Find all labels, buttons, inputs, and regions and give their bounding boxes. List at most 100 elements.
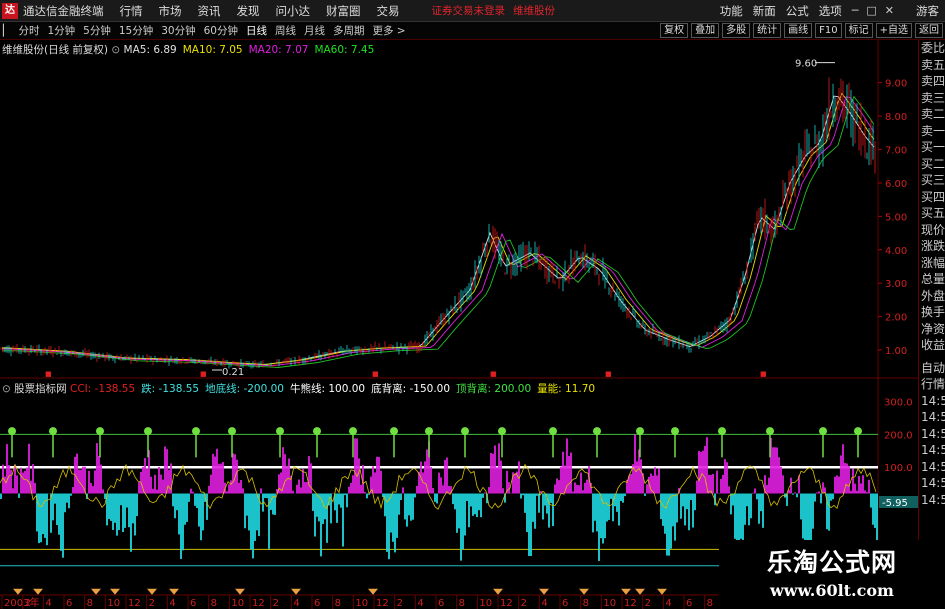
fuquan-button[interactable]: 复权 xyxy=(660,23,689,38)
date-tick-label: 8 xyxy=(87,598,93,609)
price-tick-label: 9.00 xyxy=(885,79,907,90)
panel-row-label[interactable]: 买四 xyxy=(919,189,945,206)
minimize-icon[interactable]: ─ xyxy=(852,4,859,17)
date-tick-label: 6 xyxy=(66,598,72,609)
tab-monthly[interactable]: 月线 xyxy=(300,23,329,38)
multi-stock-button[interactable]: 多股 xyxy=(722,23,751,38)
panel-row-label[interactable]: 委比 xyxy=(919,40,945,57)
panel-trade-row: 自动 xyxy=(921,360,945,375)
menu-item-trade[interactable]: 交易 xyxy=(377,3,400,19)
date-tick-label: 8 xyxy=(459,598,465,609)
menu-options[interactable]: 选项 xyxy=(819,3,842,19)
menu-new-page[interactable]: 新面 xyxy=(753,3,776,19)
panel-row-label[interactable]: 卖二 xyxy=(919,106,945,123)
menu-item-discover[interactable]: 发现 xyxy=(237,3,260,19)
watermark-title: 乐淘公式网 xyxy=(766,548,897,577)
menu-function[interactable]: 功能 xyxy=(720,3,743,19)
panel-row-label[interactable]: 买二 xyxy=(919,156,945,173)
panel-row-label[interactable]: 买五 xyxy=(919,205,945,222)
panel-row-label[interactable]: 买一 xyxy=(919,139,945,156)
date-tick-label: 6 xyxy=(686,598,692,609)
tab-weekly[interactable]: 周线 xyxy=(271,23,300,38)
menu-formula[interactable]: 公式 xyxy=(786,3,809,19)
overlay-button[interactable]: 叠加 xyxy=(691,23,720,38)
date-tick-label: 8 xyxy=(707,598,713,609)
event-marker: ■ xyxy=(45,370,52,378)
bottom-divergence-marker xyxy=(493,588,503,595)
panel-row-label[interactable]: 卖五 xyxy=(919,57,945,74)
menu-item-hq[interactable]: 行情 xyxy=(120,3,143,19)
panel-trade-row: 14:50 xyxy=(921,426,945,441)
tab-60min[interactable]: 60分钟 xyxy=(200,23,242,38)
date-tick-label: 12 xyxy=(376,598,389,609)
event-marker: ■ xyxy=(372,370,379,378)
date-tick-label: 10 xyxy=(107,598,120,609)
panel-row-label[interactable]: 涨幅 xyxy=(919,255,945,272)
date-tick-label: 6 xyxy=(562,598,568,609)
stats-button[interactable]: 统计 xyxy=(753,23,782,38)
panel-trade-row: 14:50 xyxy=(921,443,945,457)
bottom-divergence-marker xyxy=(539,588,549,595)
tab-daily[interactable]: 日线 xyxy=(242,23,271,38)
login-warning[interactable]: 证券交易未登录 xyxy=(432,3,506,18)
price-tick-label: 7.00 xyxy=(885,146,907,157)
collapse-left-icon[interactable]: ▏ xyxy=(0,24,14,37)
guest-label[interactable]: 游客 xyxy=(916,3,939,19)
panel-trade-row: 14:50 xyxy=(921,393,945,408)
indicator-value-label: 牛熊线: 100.00 xyxy=(289,383,366,395)
date-tick-label: 6 xyxy=(438,598,444,609)
menu-item-news[interactable]: 资讯 xyxy=(198,3,221,19)
event-marker: ■ xyxy=(490,370,497,378)
ma-line xyxy=(1,95,875,366)
tab-multi-period[interactable]: 多周期 xyxy=(329,23,369,38)
date-tick-label: 10 xyxy=(355,598,368,609)
menu-item-ask[interactable]: 问小达 xyxy=(276,3,311,19)
date-tick-label: 10 xyxy=(603,598,616,609)
price-tick-label: 5.00 xyxy=(885,212,907,223)
menu-item-wealth[interactable]: 财富圈 xyxy=(326,3,361,19)
indicator-value-label: 顶背离: 200.00 xyxy=(456,383,532,395)
bottom-divergence-marker xyxy=(621,588,631,595)
tab-timeshare[interactable]: 分时 xyxy=(14,23,43,38)
panel-row-label[interactable]: 收益 xyxy=(919,337,945,354)
app-logo-icon: 达 xyxy=(2,2,18,19)
panel-row-label[interactable]: 买三 xyxy=(919,172,945,189)
tab-more[interactable]: 更多 > xyxy=(368,23,409,38)
add-watchlist-button[interactable]: +自选 xyxy=(875,23,912,38)
tab-5min[interactable]: 5分钟 xyxy=(79,23,115,38)
panel-row-label[interactable]: 换手 xyxy=(919,304,945,321)
date-tick-label: 4 xyxy=(665,598,671,609)
back-button[interactable]: 返回 xyxy=(915,23,943,38)
panel-row-label[interactable]: 卖三 xyxy=(919,90,945,107)
maximize-icon[interactable]: □ xyxy=(866,4,876,17)
menu-item-market[interactable]: 市场 xyxy=(159,3,182,19)
panel-row-label[interactable]: 外盘 xyxy=(919,288,945,305)
date-tick-label: 12 xyxy=(128,598,141,609)
f10-button[interactable]: F10 xyxy=(815,23,842,38)
tab-15min[interactable]: 15分钟 xyxy=(115,23,157,38)
bottom-divergence-marker xyxy=(13,588,23,595)
ma-line xyxy=(2,95,875,368)
panel-row-label[interactable]: 涨跌 xyxy=(919,238,945,255)
mark-button[interactable]: 标记 xyxy=(844,23,873,38)
panel-row-label[interactable]: 卖一 xyxy=(919,123,945,140)
panel-row-label[interactable]: 总量 xyxy=(919,271,945,288)
close-icon[interactable]: ✕ xyxy=(885,4,894,17)
tab-30min[interactable]: 30分钟 xyxy=(157,23,199,38)
panel-row-label[interactable]: 净资 xyxy=(919,321,945,338)
kline-chart[interactable]: 9.00 8.00 7.00 6.00 5.00 4.00 3.00 2.00 1.00 9.6… xyxy=(0,40,918,609)
price-tick-label: 2.00 xyxy=(885,313,907,324)
panel-row-label[interactable]: 卖四 xyxy=(919,73,945,90)
date-tick-label: 4 xyxy=(417,598,423,609)
date-tick-label: 8 xyxy=(335,598,341,609)
indicator-value-label: CCI: -138.55 xyxy=(70,383,136,395)
panel-trade-row: 行情 xyxy=(921,377,945,391)
panel-row-label[interactable]: 现价 xyxy=(919,222,945,239)
panel-trade-row: 14:50 xyxy=(921,410,945,424)
tab-1min[interactable]: 1分钟 xyxy=(43,23,79,38)
indicator-tick-label: 300.0 xyxy=(884,398,913,409)
draw-line-button[interactable]: 画线 xyxy=(784,23,813,38)
indicator-settings-icon[interactable]: ⊙ xyxy=(2,383,11,395)
price-tick-label: 1.00 xyxy=(885,346,907,357)
date-tick-label: 2003年 xyxy=(4,596,39,609)
